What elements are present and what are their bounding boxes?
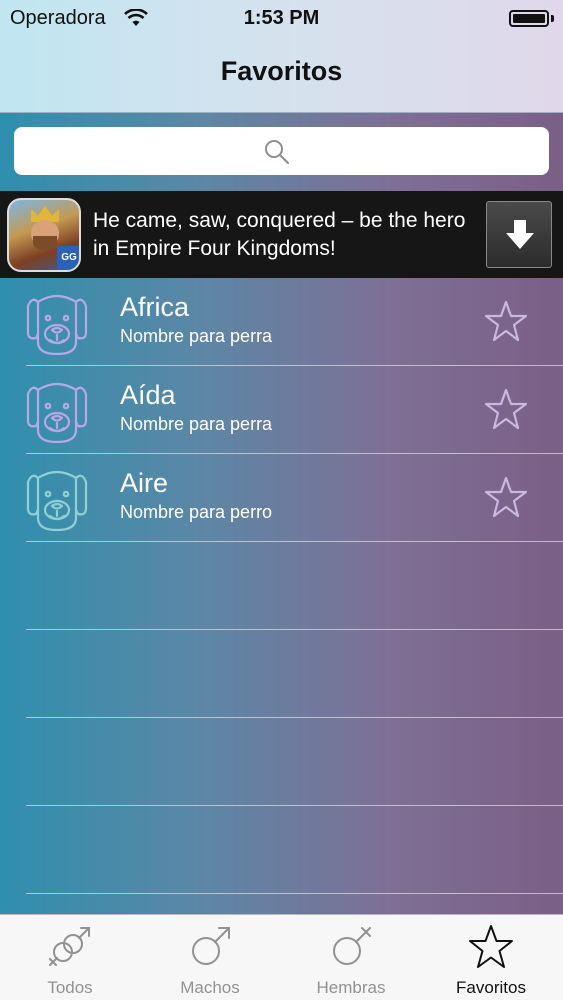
ad-text[interactable]: He came, saw, conquered – be the hero in… xyxy=(93,207,473,263)
battery-tip xyxy=(551,15,554,22)
item-subtitle: Nombre para perra xyxy=(120,414,273,434)
king-beard-icon xyxy=(33,236,57,250)
item-name: Aída xyxy=(120,380,176,410)
tab-label: Machos xyxy=(180,978,240,997)
tab-machos[interactable]: Machos xyxy=(140,914,280,1000)
row-separator xyxy=(26,893,563,894)
tab-todos[interactable]: Todos xyxy=(0,914,140,1000)
ad-badge: GG xyxy=(57,246,79,270)
female-icon xyxy=(333,927,371,965)
dog-icon xyxy=(26,470,88,532)
star-icon[interactable] xyxy=(484,476,528,518)
header: Operadora 1:53 PM Favoritos xyxy=(0,0,563,113)
list-item[interactable]: Aire Nombre para perro xyxy=(26,454,563,542)
star-icon[interactable] xyxy=(484,388,528,430)
ad-app-icon[interactable]: GG xyxy=(7,198,81,272)
star-icon xyxy=(469,925,513,968)
tab-favoritos[interactable]: Favoritos xyxy=(421,914,561,1000)
list-item[interactable]: Aída Nombre para perra xyxy=(26,366,563,454)
male-female-icon xyxy=(49,927,90,966)
status-bar: Operadora 1:53 PM xyxy=(0,0,563,38)
tab-label: Favoritos xyxy=(456,978,526,997)
clock: 1:53 PM xyxy=(243,7,320,29)
star-icon[interactable] xyxy=(484,300,528,342)
tab-label: Hembras xyxy=(316,978,386,997)
list-item[interactable]: Africa Nombre para perra xyxy=(26,278,563,366)
search-icon xyxy=(265,140,290,165)
row-separator xyxy=(26,805,563,806)
download-button[interactable] xyxy=(486,201,552,268)
download-arrow-icon xyxy=(506,220,534,249)
item-subtitle: Nombre para perro xyxy=(120,502,273,522)
row-separator xyxy=(26,629,563,630)
tab-hembras[interactable]: Hembras xyxy=(281,914,421,1000)
male-icon xyxy=(192,927,230,965)
tab-label: Todos xyxy=(47,978,93,997)
item-name: Aire xyxy=(120,468,169,498)
page-title: Favoritos xyxy=(220,56,343,86)
row-separator xyxy=(26,717,563,718)
item-subtitle: Nombre para perra xyxy=(120,326,273,346)
battery-icon xyxy=(509,10,549,27)
dog-icon xyxy=(26,294,88,356)
dog-icon xyxy=(26,382,88,444)
item-name: Africa xyxy=(120,292,190,322)
